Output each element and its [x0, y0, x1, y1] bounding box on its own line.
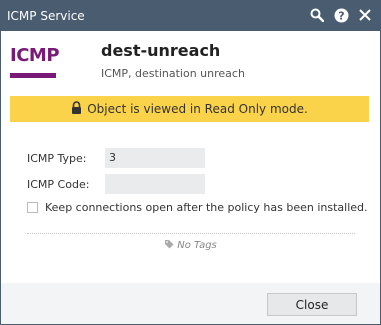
icmp-type-label: ICMP Type:	[27, 152, 87, 165]
icmp-logo: ICMP	[10, 45, 60, 81]
lock-icon	[71, 101, 82, 117]
object-description: ICMP, destination unreach	[101, 67, 245, 80]
close-button[interactable]: Close	[267, 293, 357, 316]
object-header: ICMP dest-unreach ICMP, destination unre…	[1, 31, 380, 93]
icmp-service-dialog: ICMP Service ? ICMP dest-unreach ICMP, d…	[0, 0, 381, 325]
dialog-footer: Close	[1, 283, 380, 324]
keep-connections-checkbox[interactable]	[27, 202, 38, 213]
search-icon[interactable]	[308, 6, 326, 24]
tags-area[interactable]: No Tags	[1, 239, 380, 252]
logo-text: ICMP	[10, 45, 60, 66]
icmp-code-field[interactable]	[105, 174, 205, 194]
divider	[27, 233, 355, 234]
window-title: ICMP Service	[7, 9, 85, 23]
icmp-type-field[interactable]: 3	[105, 148, 205, 168]
close-icon[interactable]	[356, 6, 374, 24]
icmp-code-label: ICMP Code:	[27, 178, 90, 191]
title-bar-icons: ?	[308, 6, 374, 24]
keep-connections-row: Keep connections open after the policy h…	[27, 201, 368, 214]
read-only-banner: Object is viewed in Read Only mode.	[10, 96, 369, 122]
no-tags-text: No Tags	[177, 240, 217, 251]
help-icon[interactable]: ?	[332, 6, 350, 24]
logo-underline	[10, 73, 56, 78]
read-only-text: Object is viewed in Read Only mode.	[87, 102, 308, 116]
title-bar: ICMP Service ?	[1, 1, 380, 31]
tag-icon	[164, 239, 174, 252]
object-name: dest-unreach	[101, 41, 221, 60]
keep-connections-label: Keep connections open after the policy h…	[45, 201, 368, 214]
svg-text:?: ?	[338, 9, 344, 22]
